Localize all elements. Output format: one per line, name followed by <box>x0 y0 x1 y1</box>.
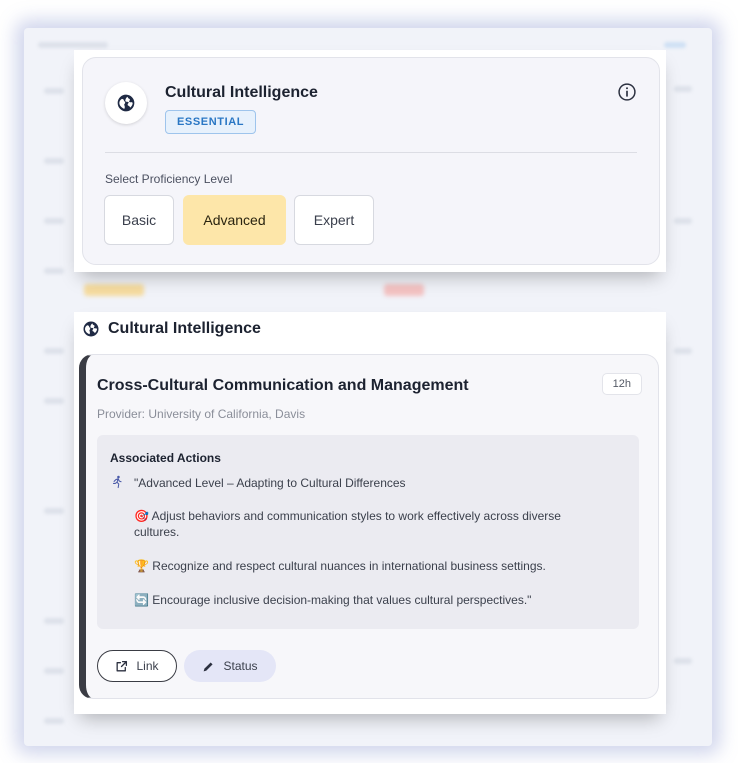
level-expert-button[interactable]: Expert <box>294 195 374 245</box>
pencil-icon <box>204 661 214 671</box>
bg-blur <box>44 158 64 164</box>
bg-blur <box>664 42 686 48</box>
target-icon: 🎯 <box>134 509 149 523</box>
running-person-icon <box>112 475 122 489</box>
bg-blur <box>44 218 64 224</box>
duration-badge: 12h <box>601 373 642 395</box>
course-title: Cross-Cultural Communication and Managem… <box>97 377 469 394</box>
refresh-icon: 🔄 <box>134 593 149 607</box>
skill-title: Cultural Intelligence <box>165 84 318 101</box>
action-text: Encourage inclusive decision-making that… <box>152 593 532 607</box>
bg-blur <box>384 284 424 296</box>
bg-blur <box>674 218 692 224</box>
course-section: Cultural Intelligence Cross-Cultural Com… <box>74 312 666 714</box>
level-basic-button[interactable]: Basic <box>104 195 174 245</box>
status-label: Status <box>223 659 258 673</box>
info-icon[interactable] <box>617 82 637 102</box>
status-button[interactable]: Status <box>184 650 276 682</box>
bg-blur <box>84 284 144 296</box>
bg-blur <box>674 348 692 354</box>
link-button[interactable]: Link <box>97 650 177 682</box>
action-text: cultures. <box>134 525 180 539</box>
course-provider: Provider: University of California, Davi… <box>97 407 306 421</box>
globe-icon <box>117 94 135 112</box>
link-label: Link <box>136 659 159 673</box>
bg-blur <box>44 88 64 94</box>
course-card: Cross-Cultural Communication and Managem… <box>79 354 659 699</box>
action-text: Recognize and respect cultural nuances i… <box>152 559 546 573</box>
bg-blur <box>44 268 64 274</box>
bg-blur <box>674 86 692 92</box>
associated-actions-box: Associated Actions "Advanced Level – Ada… <box>97 435 639 629</box>
section-title: Cultural Intelligence <box>108 320 261 337</box>
bg-blur <box>38 42 108 48</box>
action-text: Adjust behaviors and communication style… <box>151 509 561 523</box>
actions-heading: Associated Actions <box>110 451 221 465</box>
bg-blur <box>44 398 64 404</box>
external-link-icon <box>117 660 128 671</box>
skill-avatar <box>105 82 147 124</box>
section-header: Cultural Intelligence <box>82 320 261 338</box>
proficiency-label: Select Proficiency Level <box>105 172 233 186</box>
globe-icon <box>83 321 99 337</box>
bg-blur <box>44 618 64 624</box>
trophy-icon: 🏆 <box>134 559 149 573</box>
action-intro: "Advanced Level – Adapting to Cultural D… <box>134 476 406 490</box>
action-item: 🎯 Adjust behaviors and communication sty… <box>134 508 624 540</box>
skill-card-wrapper: Cultural Intelligence ESSENTIAL Select P… <box>74 50 666 272</box>
skill-card: Cultural Intelligence ESSENTIAL Select P… <box>82 57 660 265</box>
bg-blur <box>44 718 64 724</box>
card-divider <box>105 152 637 153</box>
essential-badge: ESSENTIAL <box>165 110 257 134</box>
bg-blur <box>44 348 64 354</box>
level-advanced-button[interactable]: Advanced <box>183 195 286 245</box>
bg-blur <box>44 508 64 514</box>
action-item: 🔄 Encourage inclusive decision-making th… <box>134 592 531 608</box>
bg-blur <box>674 658 692 664</box>
bg-blur <box>44 668 64 674</box>
action-item: 🏆 Recognize and respect cultural nuances… <box>134 558 546 574</box>
